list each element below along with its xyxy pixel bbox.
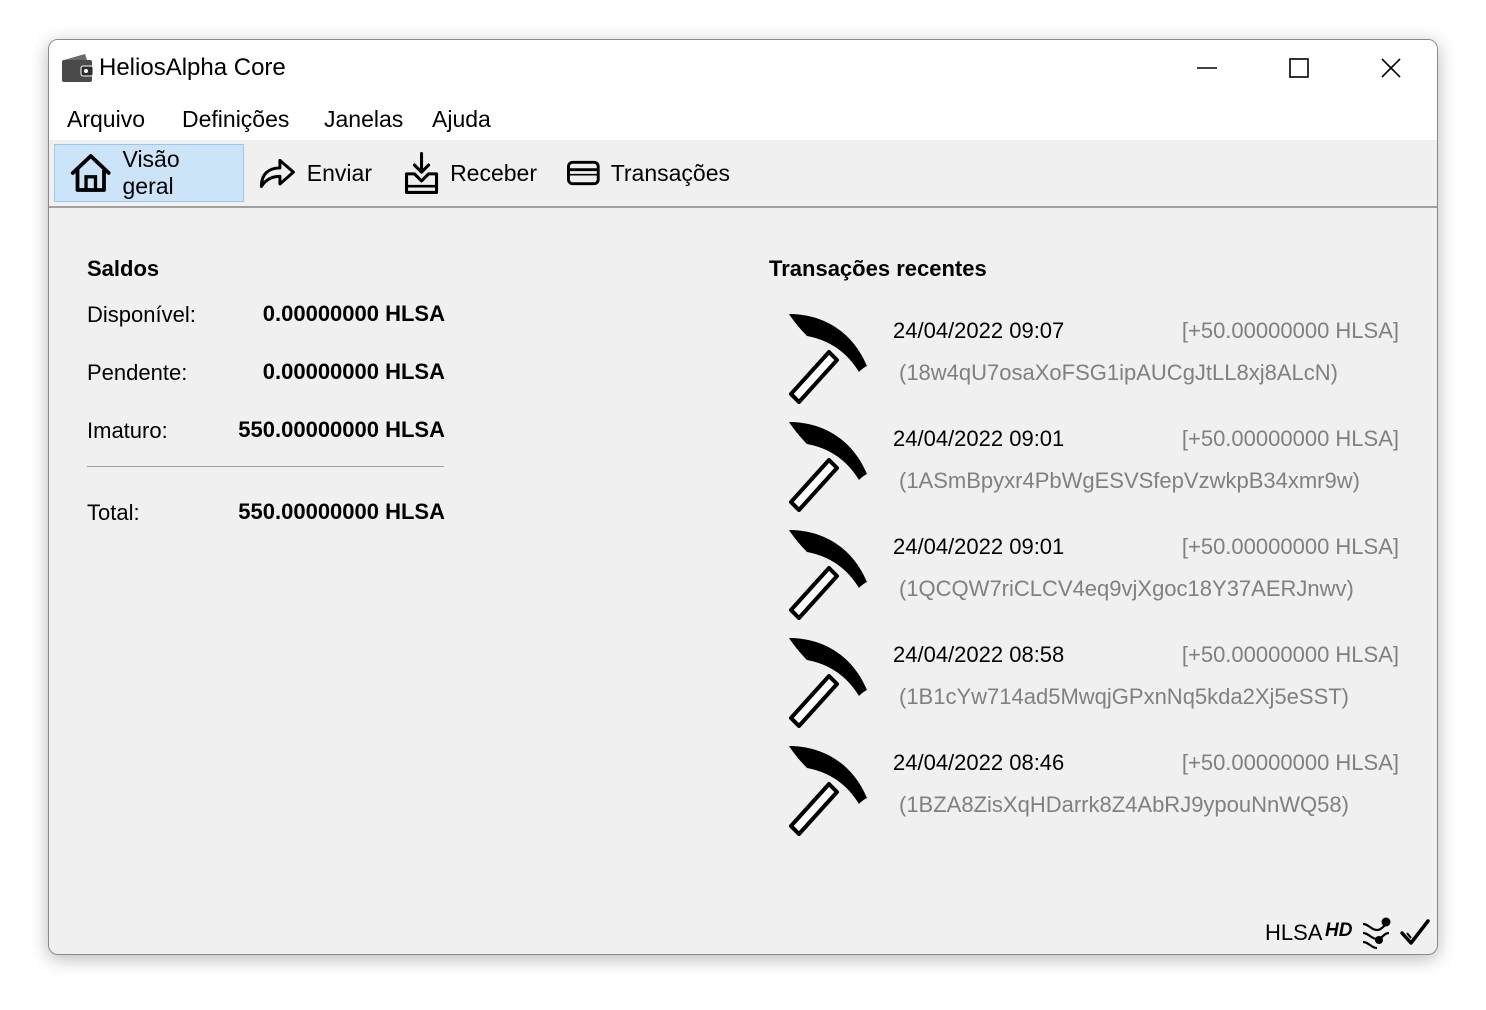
network-activity-icon[interactable]: [1359, 916, 1395, 950]
card-icon: [567, 160, 600, 186]
transaction-date: 24/04/2022 08:58: [893, 642, 1065, 667]
transaction-date: 24/04/2022 08:46: [893, 750, 1065, 775]
transaction-address: (18w4qU7osaXoFSG1ipAUCgJtLL8xj8ALcN): [899, 360, 1338, 385]
unit-selector[interactable]: HLSA: [1265, 920, 1322, 946]
minimize-icon: [1197, 67, 1217, 69]
transaction-amount: [+50.00000000 HLSA]: [1181, 534, 1399, 559]
transaction-date: 24/04/2022 09:01: [893, 426, 1065, 451]
transaction-row[interactable]: 24/04/2022 09:07 [+50.00000000 HLSA] (18w4…: [779, 310, 1409, 414]
available-label: Disponível:: [87, 302, 196, 327]
menu-arquivo[interactable]: Arquivo: [67, 104, 145, 135]
transaction-amount: [+50.00000000 HLSA]: [1181, 318, 1399, 343]
tab-overview[interactable]: Visão geral: [54, 144, 244, 202]
menu-definicoes[interactable]: Definições: [182, 104, 289, 135]
transaction-amount: [+50.00000000 HLSA]: [1181, 750, 1399, 775]
immature-label: Imaturo:: [87, 418, 168, 443]
menu-ajuda[interactable]: Ajuda: [432, 104, 491, 135]
pickaxe-icon: [789, 746, 867, 836]
pickaxe-icon: [789, 314, 867, 404]
transaction-amount: [+50.00000000 HLSA]: [1181, 426, 1399, 451]
receive-tray-icon: [404, 152, 439, 194]
transaction-address: (1B1cYw714ad5MwqjGPxnNq5kda2Xj5eSST): [899, 684, 1350, 709]
transaction-row[interactable]: 24/04/2022 09:01 [+50.00000000 HLSA] (1ASm…: [779, 418, 1409, 522]
close-icon: [1381, 58, 1401, 78]
main-window: HeliosAlpha Core Arquivo Definições Jane…: [48, 39, 1438, 955]
pickaxe-icon: [789, 530, 867, 620]
tab-overview-label: Visão geral: [122, 146, 180, 199]
transaction-amount: [+50.00000000 HLSA]: [1181, 642, 1399, 667]
immature-value: 550.00000000 HLSA: [238, 417, 445, 442]
menu-bar: Arquivo Definições Janelas Ajuda: [49, 96, 1437, 140]
total-label: Total:: [87, 500, 140, 525]
tab-transactions[interactable]: Transações: [552, 144, 742, 202]
pickaxe-icon: [789, 638, 867, 728]
transaction-date: 24/04/2022 09:07: [893, 318, 1065, 343]
window-title: HeliosAlpha Core: [99, 54, 286, 81]
pending-label: Pendente:: [87, 360, 188, 385]
maximize-button[interactable]: [1253, 40, 1345, 96]
send-arrow-icon: [259, 158, 295, 188]
tab-receive-label: Receber: [450, 159, 537, 186]
recent-transactions-title: Transações recentes: [769, 256, 987, 281]
transaction-row[interactable]: 24/04/2022 08:58 [+50.00000000 HLSA] (1B1c…: [779, 634, 1409, 738]
maximize-icon: [1289, 58, 1309, 78]
transaction-row[interactable]: 24/04/2022 09:01 [+50.00000000 HLSA] (1QCQ…: [779, 526, 1409, 630]
available-value: 0.00000000 HLSA: [262, 301, 445, 326]
close-button[interactable]: [1345, 40, 1437, 96]
balances-title: Saldos: [87, 256, 160, 281]
status-bar: HLSA HD: [49, 910, 1437, 954]
tab-send[interactable]: Enviar: [244, 144, 384, 202]
balances-divider: [87, 466, 444, 467]
transaction-date: 24/04/2022 09:01: [893, 534, 1065, 559]
hd-wallet-icon: HD: [1325, 920, 1353, 941]
pending-value: 0.00000000 HLSA: [262, 359, 445, 384]
synced-check-icon: [1400, 919, 1430, 945]
transaction-address: (1QCQW7riCLCV4eq9vjXgoc18Y37AERJnwv): [899, 576, 1354, 601]
toolbar: Visão geral Enviar Receber Transações: [49, 140, 1437, 208]
transaction-address: (1BZA8ZisXqHDarrk8Z4AbRJ9ypouNnWQ58): [899, 792, 1349, 817]
home-icon: [70, 154, 111, 192]
tab-receive[interactable]: Receber: [389, 144, 549, 202]
transaction-address: (1ASmBpyxr4PbWgESVSfepVzwkpB34xmr9w): [899, 468, 1360, 493]
tab-transactions-label: Transações: [610, 159, 730, 186]
pickaxe-icon: [789, 422, 867, 512]
total-value: 550.00000000 HLSA: [238, 499, 445, 524]
menu-janelas[interactable]: Janelas: [324, 104, 403, 135]
minimize-button[interactable]: [1161, 40, 1253, 96]
wallet-icon: [62, 54, 94, 82]
transaction-row[interactable]: 24/04/2022 08:46 [+50.00000000 HLSA] (1BZA…: [779, 742, 1409, 846]
tab-send-label: Enviar: [306, 159, 372, 186]
title-bar: HeliosAlpha Core: [49, 40, 1437, 96]
